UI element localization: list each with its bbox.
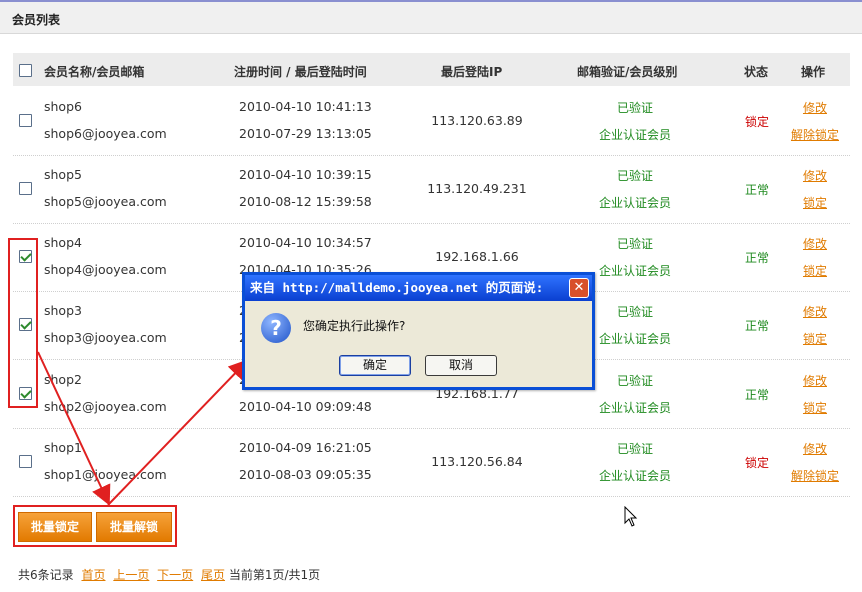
edit-link[interactable]: 修改 — [783, 167, 847, 184]
lock-toggle-link[interactable]: 解除锁定 — [783, 126, 847, 143]
table-header: 会员名称/会员邮箱 注册时间 / 最后登陆时间 最后登陆IP 邮箱验证/会员级别… — [13, 53, 850, 86]
member-email: shop1@jooyea.com — [44, 467, 167, 482]
last-login-time: 2010-08-03 09:05:35 — [239, 467, 372, 482]
record-count: 共6条记录 — [18, 568, 74, 582]
header-verify: 邮箱验证/会员级别 — [577, 65, 678, 79]
member-email: shop6@jooyea.com — [44, 126, 167, 141]
lock-toggle-link[interactable]: 锁定 — [783, 194, 847, 211]
member-email: shop5@jooyea.com — [44, 194, 167, 209]
lock-toggle-link[interactable]: 锁定 — [783, 330, 847, 347]
mouse-cursor-icon — [624, 506, 638, 527]
lock-toggle-link[interactable]: 锁定 — [783, 399, 847, 416]
member-level: 企业认证会员 — [598, 196, 671, 210]
member-name: shop4 — [44, 235, 82, 250]
last-page-link[interactable]: 尾页 — [201, 568, 225, 582]
dialog-cancel-button[interactable]: 取消 — [425, 355, 497, 376]
dialog-ok-button[interactable]: 确定 — [339, 355, 411, 376]
last-login-time: 2010-07-29 13:13:05 — [239, 126, 372, 141]
confirm-dialog: 来自 http://malldemo.jooyea.net 的页面说: ✕ ? … — [242, 272, 595, 390]
member-level: 企业认证会员 — [598, 264, 671, 278]
annotation-checkbox-box — [8, 238, 38, 408]
member-email: shop4@jooyea.com — [44, 262, 167, 277]
member-name: shop3 — [44, 303, 82, 318]
email-verified: 已验证 — [616, 101, 653, 115]
member-email: shop3@jooyea.com — [44, 330, 167, 345]
lock-toggle-link[interactable]: 锁定 — [783, 262, 847, 279]
last-login-ip: 192.168.1.66 — [435, 249, 519, 264]
last-login-time: 2010-08-12 15:39:58 — [239, 194, 372, 209]
header-status: 状态 — [744, 65, 769, 79]
email-verified: 已验证 — [616, 442, 653, 456]
edit-link[interactable]: 修改 — [783, 440, 847, 457]
page-title: 会员列表 — [12, 13, 61, 27]
dialog-message: 您确定执行此操作? — [303, 319, 406, 333]
page-status: 当前第1页/共1页 — [228, 568, 321, 582]
register-time: 2010-04-10 10:34:57 — [239, 235, 372, 250]
dialog-title: 来自 http://malldemo.jooyea.net 的页面说: — [245, 275, 592, 301]
question-icon: ? — [261, 313, 291, 343]
lock-toggle-link[interactable]: 解除锁定 — [783, 467, 847, 484]
member-level: 企业认证会员 — [598, 469, 671, 483]
email-verified: 已验证 — [616, 374, 653, 388]
email-verified: 已验证 — [616, 305, 653, 319]
member-level: 企业认证会员 — [598, 401, 671, 415]
header-ip: 最后登陆IP — [441, 65, 503, 79]
header-name: 会员名称/会员邮箱 — [44, 65, 145, 79]
member-level: 企业认证会员 — [598, 128, 671, 142]
last-login-ip: 113.120.49.231 — [427, 181, 527, 196]
page-header: 会员列表 — [0, 0, 862, 34]
member-email: shop2@jooyea.com — [44, 399, 167, 414]
register-time: 2010-04-10 10:41:13 — [239, 99, 372, 114]
register-time: 2010-04-09 16:21:05 — [239, 440, 372, 455]
member-status: 正常 — [744, 183, 769, 197]
annotation-button-box — [13, 505, 177, 547]
row-checkbox[interactable] — [19, 182, 32, 195]
member-status: 正常 — [744, 388, 769, 402]
last-login-ip: 113.120.56.84 — [431, 454, 523, 469]
member-level: 企业认证会员 — [598, 332, 671, 346]
edit-link[interactable]: 修改 — [783, 99, 847, 116]
select-all-checkbox[interactable] — [19, 64, 32, 77]
email-verified: 已验证 — [616, 169, 653, 183]
next-page-link[interactable]: 下一页 — [157, 568, 193, 582]
member-status: 正常 — [744, 319, 769, 333]
edit-link[interactable]: 修改 — [783, 303, 847, 320]
last-login-time: 2010-04-10 09:09:48 — [239, 399, 372, 414]
member-name: shop1 — [44, 440, 82, 455]
edit-link[interactable]: 修改 — [783, 372, 847, 389]
prev-page-link[interactable]: 上一页 — [113, 568, 149, 582]
row-checkbox[interactable] — [19, 455, 32, 468]
member-status: 正常 — [744, 251, 769, 265]
edit-link[interactable]: 修改 — [783, 235, 847, 252]
dialog-close-icon[interactable]: ✕ — [569, 278, 589, 298]
table-row: shop1 shop1@jooyea.com 2010-04-09 16:21:05… — [13, 429, 850, 497]
header-time: 注册时间 / 最后登陆时间 — [234, 65, 367, 79]
member-status: 锁定 — [744, 115, 769, 129]
row-checkbox[interactable] — [19, 114, 32, 127]
table-row: shop5 shop5@jooyea.com 2010-04-10 10:39:15… — [13, 156, 850, 224]
pagination: 共6条记录 首页 上一页 下一页 尾页 当前第1页/共1页 — [18, 566, 320, 583]
header-action: 操作 — [801, 65, 826, 79]
last-login-ip: 113.120.63.89 — [431, 113, 523, 128]
email-verified: 已验证 — [616, 237, 653, 251]
member-name: shop2 — [44, 372, 82, 387]
member-name: shop6 — [44, 99, 82, 114]
member-name: shop5 — [44, 167, 82, 182]
table-row: shop6 shop6@jooyea.com 2010-04-10 10:41:13… — [13, 88, 850, 156]
register-time: 2010-04-10 10:39:15 — [239, 167, 372, 182]
member-status: 锁定 — [744, 456, 769, 470]
first-page-link[interactable]: 首页 — [81, 568, 105, 582]
